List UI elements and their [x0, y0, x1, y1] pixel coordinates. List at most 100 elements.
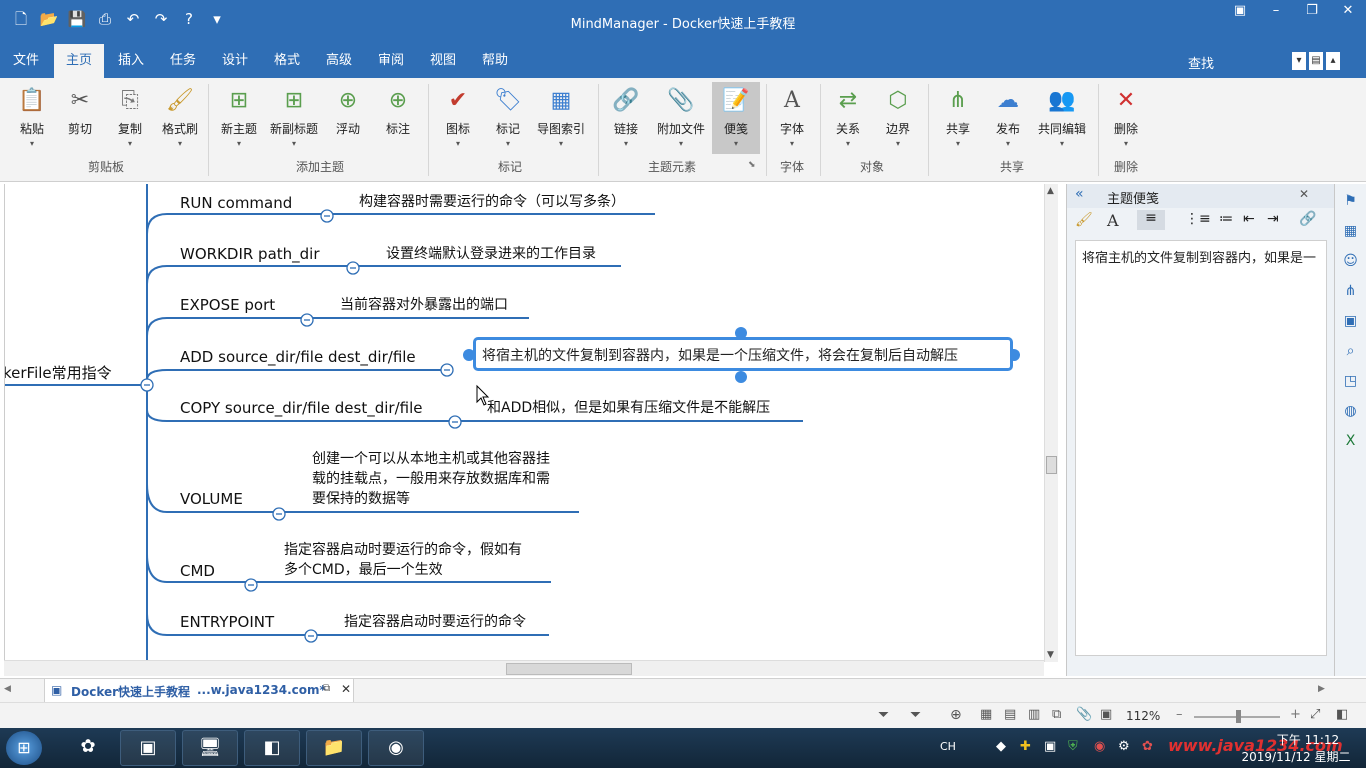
topic-entrypoint[interactable]: ENTRYPOINT: [180, 613, 274, 631]
taskbar-app-chrome[interactable]: ◉: [368, 730, 424, 766]
tab-design[interactable]: 设计: [210, 44, 260, 78]
topic-expose[interactable]: EXPOSE port: [180, 296, 275, 314]
tags-button[interactable]: 🏷 标记 ▾: [490, 86, 526, 148]
notes-button[interactable]: 📝 便笺 ▾: [712, 82, 760, 154]
taskbar-app-explorer-window[interactable]: ▣: [120, 730, 176, 766]
tab-scroll-left-icon[interactable]: ◀: [4, 684, 11, 694]
search-icon[interactable]: ⌕: [1340, 340, 1362, 362]
tray-icon-5[interactable]: ◉: [1094, 739, 1105, 754]
taskbar-app-photo[interactable]: ✿: [60, 730, 116, 766]
link-button[interactable]: 🔗 链接 ▾: [608, 86, 644, 148]
find-label[interactable]: 查找: [1188, 53, 1214, 72]
hyperlink-icon[interactable]: 🔗: [1299, 211, 1316, 227]
taskbar-app-remote-desktop[interactable]: 🖥: [182, 730, 238, 766]
tab-view[interactable]: 视图: [418, 44, 468, 78]
icons-button[interactable]: ✔ 图标 ▾: [440, 86, 476, 148]
delete-button[interactable]: ✕ 删除 ▾: [1108, 86, 1144, 148]
note-entrypoint[interactable]: 指定容器启动时要运行的命令: [344, 612, 526, 632]
copy-button[interactable]: ⎘ 复制 ▾: [112, 86, 148, 148]
map-parts-icon[interactable]: ⋔: [1340, 280, 1362, 302]
cut-button[interactable]: ✂ 剪切: [62, 86, 98, 137]
share-button[interactable]: ⋔ 共享 ▾: [940, 86, 976, 148]
tray-icon-7[interactable]: ✿: [1142, 739, 1153, 754]
input-language[interactable]: CH: [940, 740, 956, 753]
tray-icon-3[interactable]: ▣: [1044, 739, 1056, 754]
format-brush-icon[interactable]: 🖌: [1075, 212, 1093, 228]
calendar-icon[interactable]: ▦: [1340, 220, 1362, 242]
vertical-scrollbar[interactable]: ▲ ▼: [1044, 184, 1058, 662]
mindmap-canvas[interactable]: kerFile常用指令 RUN command 构建容器时需要运行的命令（可以写…: [4, 184, 1044, 662]
collapse-pane-icon[interactable]: «: [1075, 186, 1084, 202]
publish-button[interactable]: ☁ 发布 ▾: [990, 86, 1026, 148]
co-edit-button[interactable]: 👥 共同编辑 ▾: [1036, 86, 1088, 148]
notes-editor[interactable]: 将宿主机的文件复制到容器内，如果是一: [1075, 240, 1327, 656]
outline-view-icon[interactable]: ▤: [1004, 707, 1016, 722]
dropdown-icon[interactable]: ▾: [1292, 52, 1306, 70]
paste-button[interactable]: 📋 粘贴 ▾: [14, 86, 50, 148]
browser-icon[interactable]: ◍: [1340, 400, 1362, 422]
zoom-out-icon[interactable]: –: [1176, 707, 1183, 722]
topic-volume[interactable]: VOLUME: [180, 490, 243, 508]
font-color-icon[interactable]: A: [1107, 211, 1119, 230]
excel-icon[interactable]: X: [1340, 430, 1362, 452]
font-button[interactable]: A 字体 ▾: [774, 86, 810, 148]
note-run[interactable]: 构建容器时需要运行的命令（可以写多条）: [359, 192, 625, 212]
filter-icon[interactable]: ⏷: [878, 707, 889, 723]
central-topic[interactable]: kerFile常用指令: [5, 362, 112, 383]
float-tab-icon[interactable]: ⧉: [323, 683, 330, 694]
tab-advanced[interactable]: 高级: [314, 44, 364, 78]
fit-map-icon[interactable]: ⤢: [1310, 707, 1320, 722]
tray-shield-icon[interactable]: ⛨: [1068, 739, 1078, 754]
overview-icon[interactable]: ◳: [1340, 370, 1362, 392]
zoom-in-icon[interactable]: +: [1290, 707, 1301, 722]
tray-icon-2[interactable]: ✚: [1020, 739, 1031, 754]
tab-help[interactable]: 帮助: [470, 44, 520, 78]
resources-icon[interactable]: ☺: [1340, 250, 1362, 272]
tab-file[interactable]: 文件: [0, 44, 52, 78]
minimize-icon[interactable]: –: [1258, 0, 1294, 22]
note-workdir[interactable]: 设置终端默认登录进来的工作目录: [386, 244, 596, 264]
task-info-icon[interactable]: ⚑: [1340, 190, 1362, 212]
indent-icon[interactable]: ⇥: [1267, 211, 1279, 227]
attachments-view-icon[interactable]: 📎: [1076, 707, 1092, 722]
topic-add[interactable]: ADD source_dir/file dest_dir/file: [180, 348, 416, 366]
tab-home[interactable]: 主页: [54, 44, 104, 78]
note-volume[interactable]: 创建一个可以从本地主机或其他容器挂 载的挂载点，一般用来存放数据库和需 要保持的…: [312, 449, 550, 509]
numbered-list-icon[interactable]: ⋮≡: [1185, 211, 1211, 227]
note-expose[interactable]: 当前容器对外暴露出的端口: [340, 295, 508, 315]
taskbar-app-folder[interactable]: 📁: [306, 730, 362, 766]
callout-button[interactable]: ⊕ 标注: [380, 86, 416, 137]
close-tab-icon[interactable]: ✕: [341, 682, 351, 696]
clock-date[interactable]: 2019/11/12 星期二: [1240, 748, 1352, 765]
note-add-selected[interactable]: 将宿主机的文件复制到容器内，如果是一个压缩文件，将会在复制后自动解压: [473, 337, 1013, 371]
tab-format[interactable]: 格式: [262, 44, 312, 78]
pane-toggle-icon[interactable]: ◧: [1336, 707, 1348, 722]
topic-workdir[interactable]: WORKDIR path_dir: [180, 245, 320, 263]
floating-topic-button[interactable]: ⊕ 浮动: [330, 86, 366, 137]
filter-options-icon[interactable]: ⏷: [910, 707, 921, 723]
document-tab[interactable]: ▣ Docker快速上手教程 ...w.java1234.com* ⧉ ✕: [44, 679, 354, 703]
tray-icon-6[interactable]: ⚙: [1118, 739, 1130, 754]
clock-time[interactable]: 下午 11:12: [1268, 731, 1348, 748]
dialog-launcher-icon[interactable]: ⬊: [748, 160, 756, 170]
outdent-icon[interactable]: ⇤: [1243, 211, 1255, 227]
zoom-slider[interactable]: [1194, 710, 1280, 723]
linked-view-icon[interactable]: ⧉: [1052, 707, 1061, 722]
topic-cmd[interactable]: CMD: [180, 562, 215, 580]
notes-view-icon[interactable]: ▣: [1100, 707, 1112, 722]
pane-close-icon[interactable]: ✕: [1299, 187, 1309, 201]
ribbon-display-icon[interactable]: ▣: [1222, 0, 1258, 22]
collapse-ribbon-icon[interactable]: ▴: [1326, 52, 1340, 70]
close-icon[interactable]: ✕: [1330, 0, 1366, 22]
note-cmd[interactable]: 指定容器启动时要运行的命令，假如有 多个CMD，最后一个生效: [284, 540, 522, 580]
maximize-icon[interactable]: ❐: [1294, 0, 1330, 22]
relationship-button[interactable]: ⇄ 关系 ▾: [830, 86, 866, 148]
topic-run[interactable]: RUN command: [180, 194, 292, 212]
schedule-view-icon[interactable]: ▥: [1028, 707, 1040, 722]
map-view-icon[interactable]: ▦: [980, 707, 992, 722]
new-topic-button[interactable]: ⊞ 新主题 ▾: [216, 86, 262, 148]
attach-file-button[interactable]: 📎 附加文件 ▾: [654, 86, 708, 148]
library-icon[interactable]: ▣: [1340, 310, 1362, 332]
topic-copy[interactable]: COPY source_dir/file dest_dir/file: [180, 399, 422, 417]
tray-icon-1[interactable]: ◆: [996, 739, 1006, 754]
